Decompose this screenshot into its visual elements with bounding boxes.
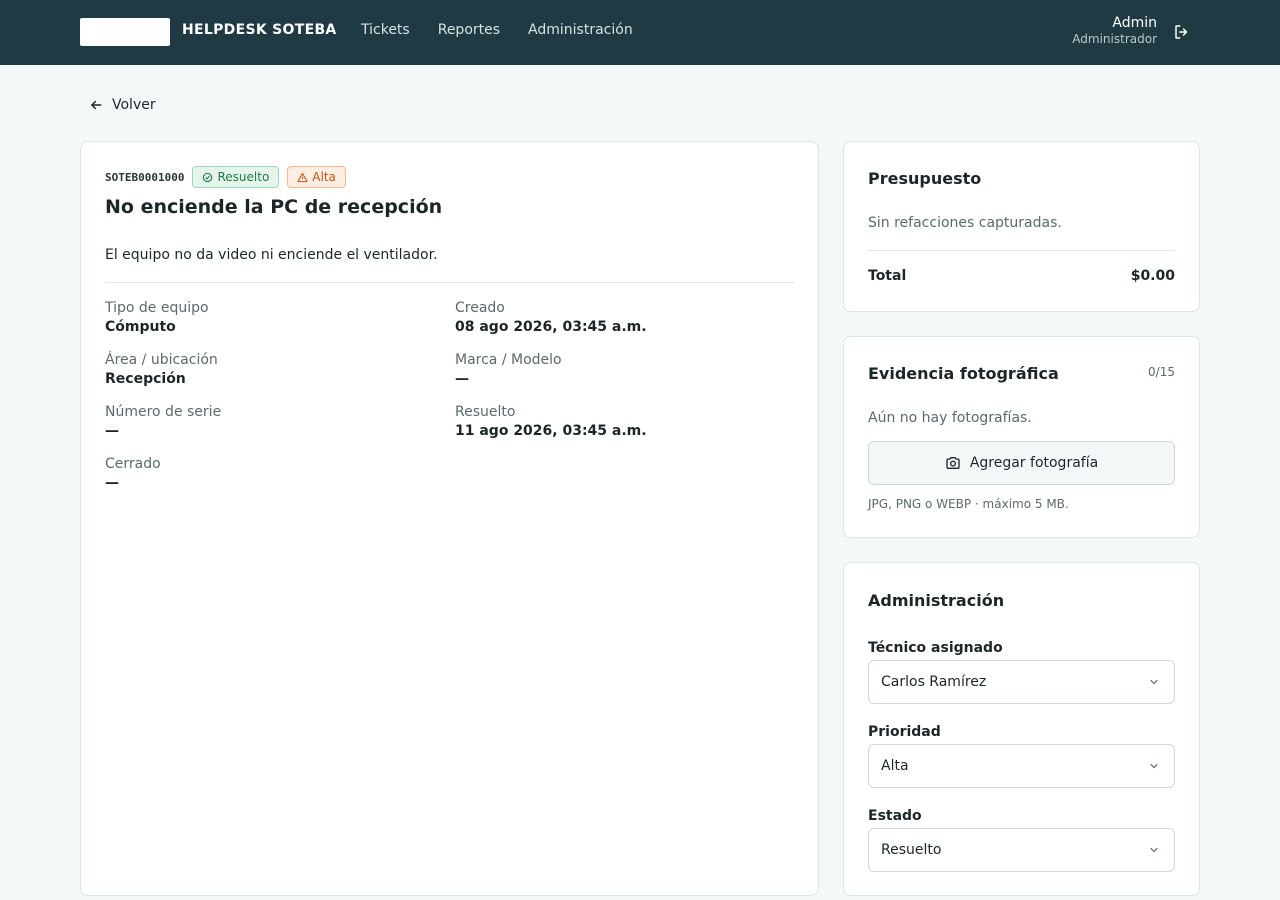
total-label: Total xyxy=(868,268,907,284)
ticket-description: El equipo no da video ni enciende el ven… xyxy=(105,247,438,263)
ticket-header: SOTEB0001000 Resuelto Alta xyxy=(105,166,346,188)
photos-empty-text: Aún no hay fotografías. xyxy=(868,410,1032,426)
field-label: Tipo de equipo xyxy=(105,300,209,316)
ticket-title: No enciende la PC de recepción xyxy=(105,196,443,218)
budget-empty-text: Sin refacciones capturadas. xyxy=(868,215,1062,231)
field-area: Área / ubicación Recepción xyxy=(105,352,218,387)
field-cerrado: Cerrado — xyxy=(105,456,161,491)
budget-card: Presupuesto Sin refacciones capturadas. … xyxy=(843,141,1200,312)
chevron-down-icon xyxy=(1150,763,1158,769)
field-value: 08 ago 2026, 03:45 a.m. xyxy=(455,319,647,335)
photo-hint: JPG, PNG o WEBP · máximo 5 MB. xyxy=(868,497,1069,511)
budget-title: Presupuesto xyxy=(868,169,982,188)
total-value: $0.00 xyxy=(1130,268,1175,284)
field-numero-serie: Número de serie — xyxy=(105,404,221,439)
warning-icon xyxy=(297,172,308,182)
field-label: Marca / Modelo xyxy=(455,352,562,368)
priority-badge: Alta xyxy=(287,166,346,188)
field-label: Creado xyxy=(455,300,505,316)
camera-icon xyxy=(946,457,960,469)
arrow-left-icon xyxy=(91,100,102,110)
field-resuelto: Resuelto 11 ago 2026, 03:45 a.m. xyxy=(455,404,647,439)
field-label: Cerrado xyxy=(105,456,161,472)
add-photo-label: Agregar fotografía xyxy=(969,455,1099,471)
back-button[interactable]: Volver xyxy=(89,97,156,113)
user-name: Admin xyxy=(1112,15,1157,31)
chevron-down-icon xyxy=(1150,847,1158,853)
nav-tickets[interactable]: Tickets xyxy=(361,22,410,38)
logo[interactable] xyxy=(80,18,170,46)
field-value: Cómputo xyxy=(105,319,176,335)
chevron-down-icon xyxy=(1150,679,1158,685)
field-value: — xyxy=(455,371,469,387)
priority-select[interactable]: Alta xyxy=(868,744,1175,788)
logout-icon[interactable] xyxy=(1173,23,1191,41)
priority-select-value: Alta xyxy=(881,758,909,774)
field-marca-modelo: Marca / Modelo — xyxy=(455,352,562,387)
field-value: — xyxy=(105,475,119,491)
administration-card: Administración Técnico asignado Carlos R… xyxy=(843,562,1200,896)
field-value: Recepción xyxy=(105,371,186,387)
field-label: Área / ubicación xyxy=(105,352,218,368)
divider xyxy=(105,282,794,283)
nav-reportes[interactable]: Reportes xyxy=(438,22,500,38)
status-badge-label: Resuelto xyxy=(217,170,270,184)
technician-label: Técnico asignado xyxy=(868,640,1003,656)
field-label: Número de serie xyxy=(105,404,222,420)
user-role: Administrador xyxy=(1072,32,1157,46)
field-label: Resuelto xyxy=(455,404,516,420)
photos-title: Evidencia fotográfica xyxy=(868,364,1059,383)
back-label: Volver xyxy=(112,97,156,113)
field-value: 11 ago 2026, 03:45 a.m. xyxy=(455,423,647,439)
ticket-code: SOTEB0001000 xyxy=(105,170,185,184)
technician-select[interactable]: Carlos Ramírez xyxy=(868,660,1175,704)
divider xyxy=(868,250,1175,251)
add-photo-button[interactable]: Agregar fotografía xyxy=(868,441,1175,485)
photo-evidence-card: Evidencia fotográfica 0/15 Aún no hay fo… xyxy=(843,336,1200,538)
user-info: Admin Administrador xyxy=(1072,15,1157,46)
photo-count: 0/15 xyxy=(1148,365,1175,379)
status-badge: Resuelto xyxy=(192,166,280,188)
field-creado: Creado 08 ago 2026, 03:45 a.m. xyxy=(455,300,647,335)
priority-badge-label: Alta xyxy=(312,170,336,184)
nav-administracion[interactable]: Administración xyxy=(528,22,633,38)
admin-title: Administración xyxy=(868,591,1005,610)
status-select[interactable]: Resuelto xyxy=(868,828,1175,872)
brand-name[interactable]: HELPDESK SOTEBA xyxy=(182,22,337,38)
ticket-detail-card: SOTEB0001000 Resuelto Alta No enciende l… xyxy=(80,141,819,896)
technician-select-value: Carlos Ramírez xyxy=(881,674,987,690)
priority-label: Prioridad xyxy=(868,724,941,740)
check-circle-icon xyxy=(203,172,213,182)
top-navbar: HELPDESK SOTEBA Tickets Reportes Adminis… xyxy=(0,0,1280,65)
main-nav: Tickets Reportes Administración xyxy=(361,22,661,38)
status-select-value: Resuelto xyxy=(881,842,942,858)
status-label: Estado xyxy=(868,808,922,824)
field-value: — xyxy=(105,423,119,439)
field-tipo-equipo: Tipo de equipo Cómputo xyxy=(105,300,209,335)
